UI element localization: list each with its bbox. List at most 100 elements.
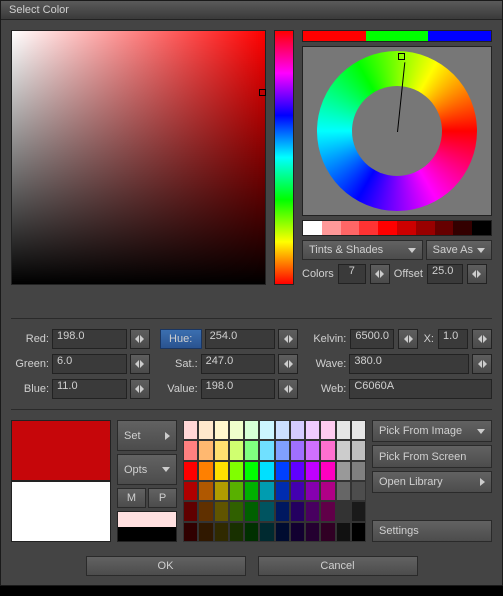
save-as-dropdown[interactable]: Save As <box>426 240 492 260</box>
palette-swatch[interactable] <box>351 461 366 481</box>
palette-swatch[interactable] <box>259 481 274 501</box>
p-button[interactable]: P <box>148 488 177 508</box>
palette-swatch[interactable] <box>244 522 259 542</box>
palette-swatch[interactable] <box>244 481 259 501</box>
sv-picker[interactable] <box>11 30 266 285</box>
palette-swatch[interactable] <box>320 440 335 460</box>
palette-swatch[interactable] <box>275 501 290 521</box>
palette-swatch[interactable] <box>336 461 351 481</box>
palette-swatch[interactable] <box>198 440 213 460</box>
palette-swatch[interactable] <box>320 481 335 501</box>
palette-swatch[interactable] <box>259 440 274 460</box>
palette-swatch[interactable] <box>275 420 290 440</box>
palette-swatch[interactable] <box>275 481 290 501</box>
palette-swatch[interactable] <box>183 461 198 481</box>
palette-swatch[interactable] <box>351 522 366 542</box>
tint-swatch[interactable] <box>472 221 491 235</box>
blue-spinner[interactable] <box>130 379 150 399</box>
rgb-strip-cell[interactable] <box>428 31 491 41</box>
red-spinner[interactable] <box>130 329 150 349</box>
tints-shades-dropdown[interactable]: Tints & Shades <box>302 240 423 260</box>
tint-swatch[interactable] <box>359 221 378 235</box>
m-button[interactable]: M <box>117 488 146 508</box>
palette-swatch[interactable] <box>183 522 198 542</box>
palette-swatch[interactable] <box>351 501 366 521</box>
palette-swatch[interactable] <box>214 501 229 521</box>
palette-swatch[interactable] <box>320 420 335 440</box>
x-input[interactable]: 1.0 <box>438 329 468 349</box>
palette-swatch[interactable] <box>351 440 366 460</box>
palette-swatch[interactable] <box>214 440 229 460</box>
offset-input[interactable]: 25.0 <box>427 264 463 284</box>
palette-swatch[interactable] <box>290 461 305 481</box>
tints-shades-row[interactable] <box>302 220 492 236</box>
palette-swatch[interactable] <box>351 420 366 440</box>
palette-swatch[interactable] <box>275 461 290 481</box>
set-dropdown[interactable]: Set <box>117 420 177 451</box>
sv-cursor[interactable] <box>259 89 266 96</box>
palette-swatch[interactable] <box>320 522 335 542</box>
palette-swatch[interactable] <box>229 501 244 521</box>
green-spinner[interactable] <box>130 354 150 374</box>
palette-swatch[interactable] <box>305 461 320 481</box>
ok-button[interactable]: OK <box>86 556 246 576</box>
open-library-button[interactable]: Open Library <box>372 471 492 493</box>
palette-swatch[interactable] <box>305 481 320 501</box>
val-input[interactable]: 198.0 <box>201 379 276 399</box>
cancel-button[interactable]: Cancel <box>258 556 418 576</box>
palette-swatch[interactable] <box>320 501 335 521</box>
memory-swatch-2[interactable] <box>118 527 176 542</box>
palette-swatch[interactable] <box>229 481 244 501</box>
colors-spinner[interactable] <box>370 264 390 284</box>
palette-swatch[interactable] <box>214 481 229 501</box>
red-input[interactable]: 198.0 <box>52 329 127 349</box>
val-spinner[interactable] <box>278 379 298 399</box>
palette-swatch[interactable] <box>214 420 229 440</box>
palette-swatch[interactable] <box>305 440 320 460</box>
kelvin-input[interactable]: 6500.0 <box>350 329 394 349</box>
tint-swatch[interactable] <box>322 221 341 235</box>
hue-spinner[interactable] <box>278 329 298 349</box>
palette-swatch[interactable] <box>244 420 259 440</box>
palette-swatch[interactable] <box>336 481 351 501</box>
palette-swatch[interactable] <box>183 440 198 460</box>
settings-button[interactable]: Settings <box>372 520 492 542</box>
palette-swatch[interactable] <box>198 501 213 521</box>
tint-swatch[interactable] <box>303 221 322 235</box>
tint-swatch[interactable] <box>397 221 416 235</box>
blue-input[interactable]: 11.0 <box>52 379 127 399</box>
palette-swatch[interactable] <box>290 481 305 501</box>
wave-input[interactable]: 380.0 <box>349 354 469 374</box>
palette-swatch[interactable] <box>275 440 290 460</box>
palette-swatch[interactable] <box>336 522 351 542</box>
offset-spinner[interactable] <box>467 264 487 284</box>
color-wheel[interactable] <box>302 46 492 216</box>
palette-swatch[interactable] <box>336 440 351 460</box>
web-input[interactable]: C6060A <box>349 379 492 399</box>
palette-swatch[interactable] <box>183 501 198 521</box>
tint-swatch[interactable] <box>453 221 472 235</box>
palette-swatch[interactable] <box>214 461 229 481</box>
palette-swatch[interactable] <box>305 522 320 542</box>
memory-swatch-1[interactable] <box>118 512 176 527</box>
palette-swatch[interactable] <box>259 522 274 542</box>
sat-input[interactable]: 247.0 <box>201 354 276 374</box>
pick-from-image-button[interactable]: Pick From Image <box>372 420 492 442</box>
palette-swatch[interactable] <box>259 420 274 440</box>
palette-swatch[interactable] <box>198 522 213 542</box>
palette-swatch[interactable] <box>290 440 305 460</box>
tint-swatch[interactable] <box>378 221 397 235</box>
palette-swatch[interactable] <box>336 501 351 521</box>
palette-swatch[interactable] <box>290 420 305 440</box>
opts-dropdown[interactable]: Opts <box>117 454 177 485</box>
tint-swatch[interactable] <box>341 221 360 235</box>
palette-swatch[interactable] <box>229 420 244 440</box>
tint-swatch[interactable] <box>416 221 435 235</box>
wheel-cursor[interactable] <box>398 53 405 60</box>
palette-swatch[interactable] <box>244 461 259 481</box>
palette-swatch[interactable] <box>244 501 259 521</box>
rgb-strip-cell[interactable] <box>303 31 366 41</box>
titlebar[interactable]: Select Color <box>1 1 502 20</box>
colors-input[interactable]: 7 <box>338 264 366 284</box>
pick-from-screen-button[interactable]: Pick From Screen <box>372 445 492 467</box>
